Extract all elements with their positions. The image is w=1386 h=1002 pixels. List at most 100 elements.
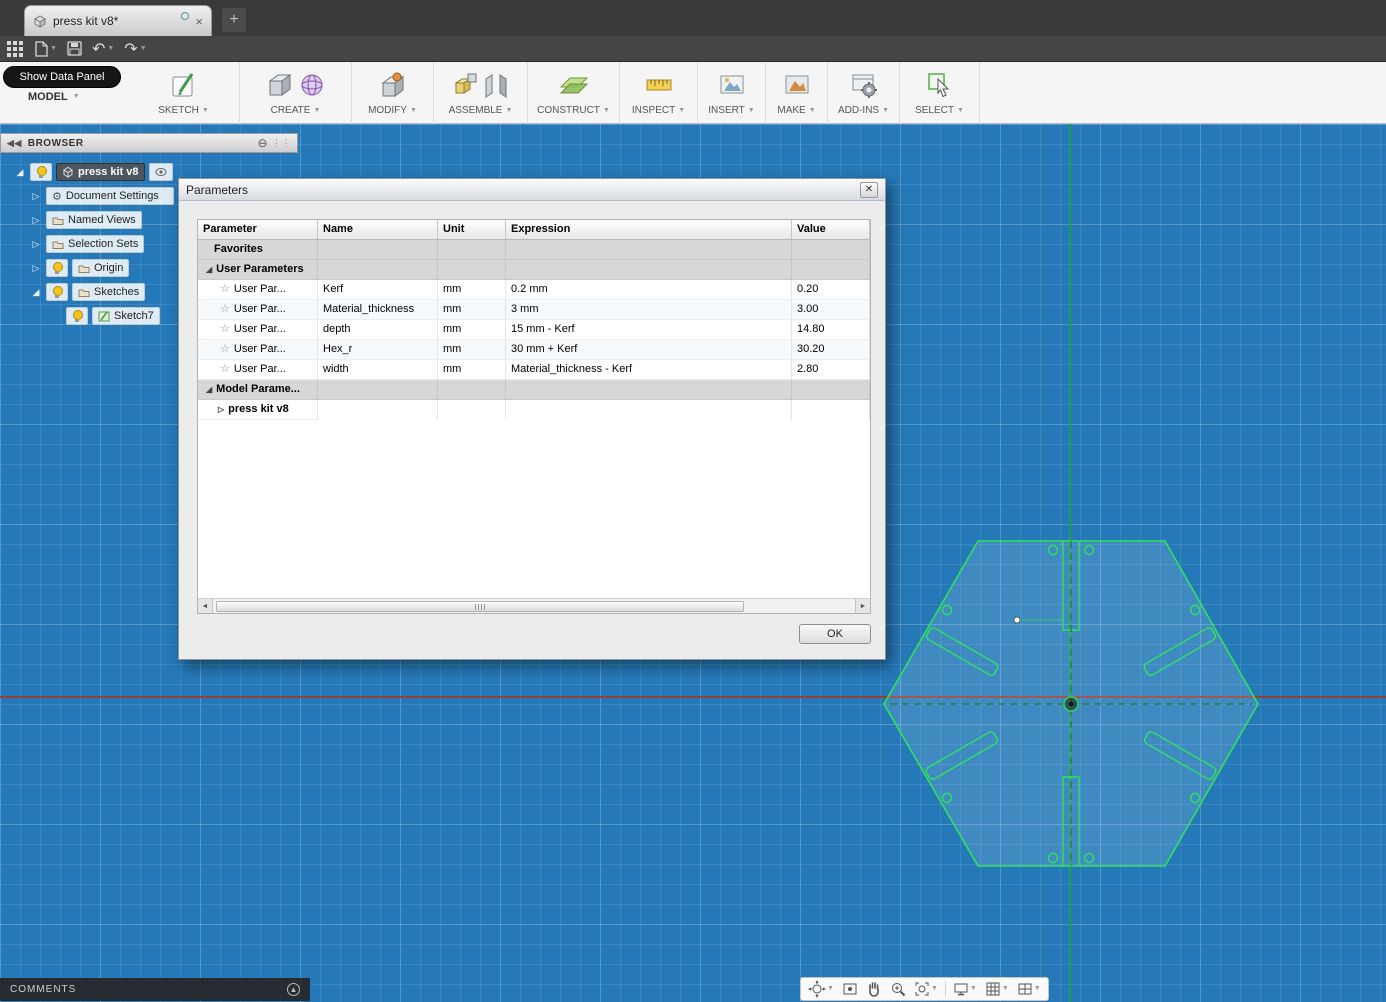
ribbon-group-addins[interactable]: ADD-INS ▼ [828, 62, 900, 124]
orbit-button[interactable]: ▼ [805, 978, 837, 1000]
param-expression[interactable]: 30 mm + Kerf [506, 340, 792, 360]
param-expression[interactable]: 3 mm [506, 300, 792, 320]
visibility-bulb-icon[interactable] [46, 283, 68, 301]
collapse-browser-icon[interactable]: ◀◀ [7, 138, 22, 149]
group-label: ASSEMBLE [448, 105, 503, 116]
model-parameters-group-row[interactable]: ◢ Model Parame... [198, 380, 870, 400]
model-canvas[interactable]: ◀◀ BROWSER ⊖ ⋮⋮ ◢ press kit v8 ▷ ⚙ Docum… [0, 124, 1386, 1002]
param-unit[interactable]: mm [438, 300, 506, 320]
user-parameters-group-row[interactable]: ◢ User Parameters [198, 260, 870, 280]
tree-row-root[interactable]: ◢ press kit v8 [14, 162, 173, 182]
param-name[interactable]: width [318, 360, 438, 380]
ribbon-group-construct[interactable]: CONSTRUCT ▼ [528, 62, 620, 124]
tree-collapse-icon[interactable]: ◢ [30, 287, 42, 298]
close-dialog-icon[interactable]: ✕ [860, 181, 878, 198]
favorite-star-icon[interactable]: ☆ [220, 303, 230, 315]
column-header-expression[interactable]: Expression [506, 220, 792, 239]
grid-snaps-button[interactable]: ▼ [982, 978, 1012, 1000]
tree-row-sketch7[interactable]: Sketch7 [66, 306, 160, 326]
apps-grid-icon[interactable] [6, 40, 24, 58]
tree-expand-icon[interactable]: ▷ [30, 215, 42, 226]
tree-row-origin[interactable]: ▷ Origin [30, 258, 130, 278]
ribbon-group-modify[interactable]: MODIFY ▼ [352, 62, 434, 124]
visibility-bulb-icon[interactable] [46, 259, 68, 277]
browser-minus-icon[interactable]: ⊖ [257, 136, 268, 150]
param-name[interactable]: depth [318, 320, 438, 340]
scroll-left-icon[interactable]: ◄ [198, 599, 213, 613]
param-unit[interactable]: mm [438, 340, 506, 360]
ribbon-group-create[interactable]: CREATE ▼ [240, 62, 352, 124]
model-child-row[interactable]: ▷ press kit v8 [198, 400, 870, 420]
insert-icon [720, 75, 743, 94]
tree-row-document-settings[interactable]: ▷ ⚙ Document Settings [30, 186, 174, 206]
param-unit[interactable]: mm [438, 280, 506, 300]
document-tab[interactable]: press kit v8* × [24, 5, 212, 36]
file-menu-button[interactable]: ▼ [34, 40, 57, 57]
param-expression[interactable]: 0.2 mm [506, 280, 792, 300]
favorites-group-row[interactable]: Favorites [198, 240, 870, 260]
param-name[interactable]: Kerf [318, 280, 438, 300]
ok-button[interactable]: OK [799, 624, 871, 644]
column-header-name[interactable]: Name [318, 220, 438, 239]
group-expand-icon[interactable]: ▷ [218, 405, 224, 414]
tree-row-named-views[interactable]: ▷ Named Views [30, 210, 142, 230]
comments-bar[interactable]: COMMENTS ▲ [0, 978, 310, 1001]
tree-expand-icon[interactable]: ▷ [30, 191, 42, 202]
ribbon-group-assemble[interactable]: ASSEMBLE ▼ [434, 62, 528, 124]
tree-expand-icon[interactable]: ▷ [30, 263, 42, 274]
viewports-button[interactable]: ▼ [1014, 978, 1044, 1000]
parameter-row[interactable]: ☆ User Par... width mm Material_thickness… [198, 360, 870, 380]
show-data-panel-button[interactable]: Show Data Panel [3, 66, 121, 88]
param-expression[interactable]: 15 mm - Kerf [506, 320, 792, 340]
display-settings-button[interactable]: ▼ [950, 978, 980, 1000]
ribbon-group-insert[interactable]: INSERT ▼ [698, 62, 766, 124]
parameter-row[interactable]: ☆ User Par... Material_thickness mm 3 mm … [198, 300, 870, 320]
param-unit[interactable]: mm [438, 360, 506, 380]
favorite-star-icon[interactable]: ☆ [220, 323, 230, 335]
parameter-row[interactable]: ☆ User Par... Hex_r mm 30 mm + Kerf 30.20 [198, 340, 870, 360]
ribbon-group-make[interactable]: MAKE ▼ [766, 62, 828, 124]
panel-grip-icon[interactable]: ⋮⋮ [272, 138, 291, 149]
ribbon-group-select[interactable]: SELECT ▼ [900, 62, 980, 124]
tree-row-sketches[interactable]: ◢ Sketches [30, 282, 146, 302]
param-expression[interactable]: Material_thickness - Kerf [506, 360, 792, 380]
tree-row-selection-sets[interactable]: ▷ Selection Sets [30, 234, 145, 254]
zoom-button[interactable] [887, 978, 909, 1000]
look-at-button[interactable] [839, 978, 861, 1000]
ribbon-group-sketch[interactable]: SKETCH ▼ [128, 62, 240, 124]
visibility-bulb-icon[interactable] [66, 307, 88, 325]
tree-collapse-icon[interactable]: ◢ [14, 167, 26, 178]
favorite-star-icon[interactable]: ☆ [220, 343, 230, 355]
root-node[interactable]: press kit v8 [56, 163, 145, 181]
group-expand-icon[interactable]: ◢ [206, 265, 212, 274]
undo-button[interactable]: ↶ ▼ [92, 39, 114, 59]
column-header-parameter[interactable]: Parameter [198, 220, 318, 239]
favorite-star-icon[interactable]: ☆ [220, 283, 230, 295]
pan-button[interactable] [863, 978, 885, 1000]
parameter-row[interactable]: ☆ User Par... depth mm 15 mm - Kerf 14.80 [198, 320, 870, 340]
save-button[interactable] [67, 41, 82, 56]
dialog-title-bar[interactable]: Parameters ✕ [179, 179, 885, 201]
column-header-unit[interactable]: Unit [438, 220, 506, 239]
horizontal-scrollbar[interactable]: ◄ ► [198, 598, 870, 613]
favorite-star-icon[interactable]: ☆ [220, 363, 230, 375]
expand-comments-icon[interactable]: ▲ [287, 983, 300, 996]
parameter-row[interactable]: ☆ User Par... Kerf mm 0.2 mm 0.20 [198, 280, 870, 300]
scroll-right-icon[interactable]: ► [855, 599, 870, 613]
ribbon-group-inspect[interactable]: INSPECT ▼ [620, 62, 698, 124]
close-tab-icon[interactable]: × [195, 15, 203, 28]
workspace-dropdown[interactable]: MODEL ▼ [28, 91, 80, 103]
new-tab-button[interactable]: + [222, 8, 246, 32]
eye-icon[interactable] [148, 163, 173, 181]
param-name[interactable]: Hex_r [318, 340, 438, 360]
param-unit[interactable]: mm [438, 320, 506, 340]
fit-button[interactable]: ▼ [911, 978, 941, 1000]
scrollbar-thumb[interactable] [216, 600, 744, 612]
group-expand-icon[interactable]: ◢ [206, 385, 212, 394]
column-header-value[interactable]: Value [792, 220, 870, 239]
visibility-bulb-icon[interactable] [30, 163, 52, 181]
tree-expand-icon[interactable]: ▷ [30, 239, 42, 250]
param-name[interactable]: Material_thickness [318, 300, 438, 320]
redo-button[interactable]: ↷ ▼ [124, 39, 146, 59]
browser-panel-header[interactable]: ◀◀ BROWSER ⊖ ⋮⋮ [0, 133, 298, 153]
